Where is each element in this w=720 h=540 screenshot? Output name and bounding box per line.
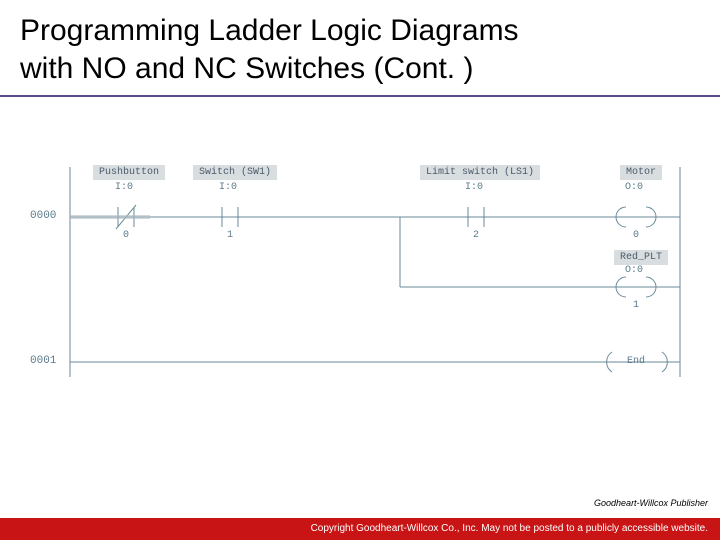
switch-bit: 1 — [227, 230, 233, 241]
motor-bit: 0 — [633, 230, 639, 241]
title-underline — [0, 95, 720, 97]
end-label: End — [627, 356, 645, 367]
slide-title: Programming Ladder Logic Diagrams with N… — [0, 0, 720, 95]
switch-addr: I:0 — [219, 182, 237, 193]
copyright-footer: Copyright Goodheart-Willcox Co., Inc. Ma… — [0, 518, 720, 540]
ladder-svg — [0, 147, 720, 427]
pushbutton-label: Pushbutton — [93, 165, 165, 180]
copyright-text: Copyright Goodheart-Willcox Co., Inc. Ma… — [311, 523, 708, 534]
rung-number-0: 0000 — [30, 210, 56, 222]
title-line-1: Programming Ladder Logic Diagrams — [20, 14, 519, 47]
switch-label: Switch (SW1) — [193, 165, 277, 180]
pushbutton-bit: 0 — [123, 230, 129, 241]
pushbutton-addr: I:0 — [115, 182, 133, 193]
publisher-credit: Goodheart-Willcox Publisher — [594, 498, 708, 508]
red-plt-label: Red_PLT — [614, 250, 668, 265]
limit-switch-addr: I:0 — [465, 182, 483, 193]
red-plt-addr: O:0 — [625, 265, 643, 276]
limit-switch-label: Limit switch (LS1) — [420, 165, 540, 180]
limit-switch-bit: 2 — [473, 230, 479, 241]
ladder-diagram: 0000 0001 Pushbutton I:0 0 Switch (SW1) … — [0, 147, 720, 427]
title-line-2: with NO and NC Switches (Cont. ) — [20, 52, 473, 85]
rung-number-1: 0001 — [30, 355, 56, 367]
red-plt-bit: 1 — [633, 300, 639, 311]
motor-label: Motor — [620, 165, 662, 180]
motor-addr: O:0 — [625, 182, 643, 193]
